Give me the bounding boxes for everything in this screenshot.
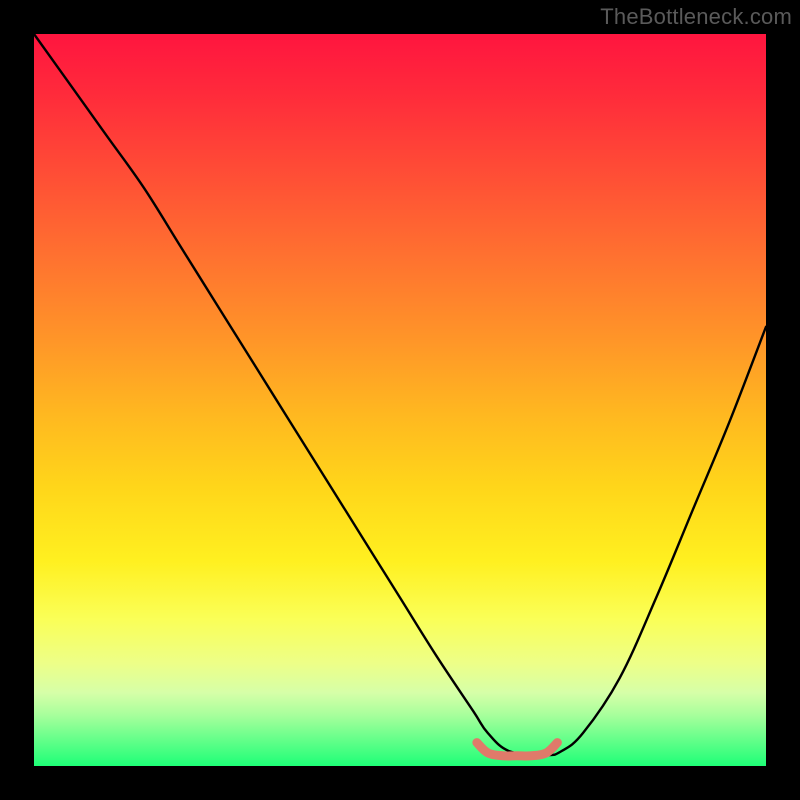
optimal-marker <box>477 743 558 756</box>
chart-svg <box>34 34 766 766</box>
bottleneck-curve <box>34 34 766 755</box>
watermark-text: TheBottleneck.com <box>600 4 792 30</box>
chart-frame: TheBottleneck.com <box>0 0 800 800</box>
plot-area <box>34 34 766 766</box>
